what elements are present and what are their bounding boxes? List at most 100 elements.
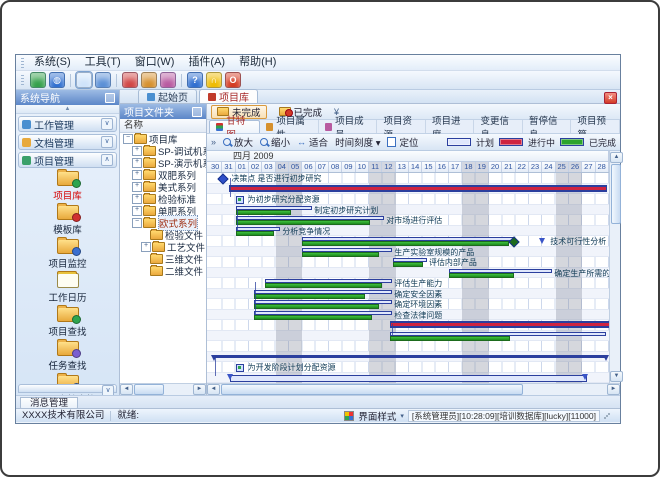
resize-grip[interactable] (604, 413, 610, 419)
tab-项目属性[interactable]: 项目属性 (260, 120, 319, 133)
tree-column-header[interactable]: 名称 (120, 119, 206, 133)
bar-actual[interactable] (236, 231, 274, 236)
desktop-icon[interactable] (30, 72, 46, 88)
tab-项目库[interactable]: 项目库 (199, 89, 258, 103)
scroll-down-icon[interactable]: ▼ (610, 371, 623, 382)
sidebar-item-项目监控[interactable]: 项目监控 (16, 239, 119, 270)
bar-actual[interactable] (254, 304, 378, 309)
expand-minus-icon[interactable]: − (123, 134, 133, 144)
chevron-right-icon[interactable]: » (211, 137, 216, 147)
scroll-thumb[interactable] (611, 164, 621, 224)
scroll-left-icon[interactable]: ◄ (207, 384, 220, 395)
mini-task-marker[interactable] (236, 364, 244, 372)
bar-actual[interactable] (302, 241, 508, 246)
gantt-tool-缩小[interactable]: 缩小 (260, 135, 290, 149)
expand-plus-icon[interactable]: + (132, 146, 142, 156)
sidebar-item-模板库[interactable]: 模板库 (16, 205, 119, 236)
scroll-up-icon[interactable]: ▲ (610, 152, 623, 163)
scroll-thumb[interactable] (134, 384, 164, 395)
lock-icon[interactable]: ∩ (206, 72, 222, 88)
summary-bar[interactable] (214, 355, 606, 358)
sidebar-item-工作日历[interactable]: 工作日历 (16, 273, 119, 304)
expand-plus-icon[interactable]: + (132, 194, 142, 204)
bar-actual[interactable] (390, 336, 509, 341)
sidebar-section-文档管理[interactable]: 文档管理∨ (18, 134, 117, 150)
tab-项目成员[interactable]: 项目成员 (319, 120, 378, 133)
mini-task-marker[interactable] (236, 196, 244, 204)
expand-plus-icon[interactable]: + (132, 182, 142, 192)
bar-in-progress[interactable] (390, 321, 609, 328)
tab-暂停信息[interactable]: 暂停信息 (523, 120, 572, 133)
bar-actual[interactable] (302, 252, 379, 257)
menu-item[interactable]: 窗口(W) (128, 55, 182, 70)
expand-plus-icon[interactable]: + (141, 242, 151, 252)
app-window: 系统(S)工具(T)窗口(W)插件(A)帮助(H) ◍?∩O 系统导航 ▲ 工作… (15, 54, 621, 424)
tab-甘特图[interactable]: 甘特图 (209, 120, 260, 133)
gantt-tool-适合[interactable]: ↔适合 (297, 135, 328, 149)
tab-变更信息[interactable]: 变更信息 (474, 120, 523, 133)
help-icon[interactable]: ? (187, 72, 203, 88)
sidebar-item-项目查找[interactable]: 项目查找 (16, 307, 119, 338)
logout-icon[interactable]: O (225, 72, 241, 88)
explorer-icon[interactable] (76, 72, 92, 88)
expand-plus-icon[interactable]: + (132, 170, 142, 180)
gantt-vscrollbar[interactable]: ▲ ▼ (609, 151, 620, 383)
menu-item[interactable]: 帮助(H) (232, 55, 283, 70)
sidebar-collapse-arrow[interactable]: ▲ (16, 105, 119, 114)
range-bar[interactable] (230, 375, 587, 382)
tab-项目进度[interactable]: 项目进度 (426, 120, 475, 133)
bar-actual[interactable] (236, 210, 292, 215)
scroll-left-icon[interactable]: ◄ (120, 384, 133, 395)
sidebar-section-项目管理[interactable]: 项目管理∧ (18, 152, 117, 168)
menu-item[interactable]: 插件(A) (181, 55, 232, 70)
expand-plus-icon[interactable]: + (132, 206, 142, 216)
sidebar-item-任务查找[interactable]: 任务查找 (16, 341, 119, 372)
sidebar-section-partial[interactable]: ∨ (18, 384, 117, 393)
day-header-cell: 08 (329, 162, 342, 172)
calendar-user-icon[interactable] (160, 72, 176, 88)
milestone-down-icon[interactable] (539, 238, 545, 244)
style-selector[interactable]: 界面样式 (358, 409, 396, 423)
folder-icon (150, 254, 163, 264)
scroll-right-icon[interactable]: ► (193, 384, 206, 395)
bar-actual[interactable] (254, 294, 365, 299)
scroll-thumb[interactable] (221, 384, 523, 395)
gantt-tool-时间刻度[interactable]: 时间刻度 ▾ (335, 135, 380, 149)
bar-actual[interactable] (449, 273, 514, 278)
globe-icon[interactable]: ◍ (49, 72, 65, 88)
bar-actual[interactable] (265, 283, 382, 288)
gantt-tool-定位[interactable]: 定位 (387, 135, 418, 149)
calendar-close-icon[interactable] (122, 72, 138, 88)
scroll-right-icon[interactable]: ► (607, 384, 620, 395)
pin-icon[interactable] (105, 93, 115, 103)
close-icon[interactable]: × (604, 92, 617, 104)
task-label: 确定安全因素 (394, 290, 442, 299)
bar-actual[interactable] (393, 262, 423, 267)
bar-in-progress[interactable] (229, 185, 607, 192)
bar-actual[interactable] (236, 220, 370, 225)
chevron-down-icon[interactable]: ∨ (101, 118, 113, 130)
gantt-hscrollbar[interactable]: ◄ ► (207, 383, 620, 395)
sidebar-section-工作管理[interactable]: 工作管理∨ (18, 116, 117, 132)
sidebar-item-项目库[interactable]: 项目库 (16, 171, 119, 202)
legend-swatch-计划 (447, 138, 471, 146)
milestone-diamond[interactable] (218, 173, 229, 184)
expand-plus-icon[interactable]: + (132, 158, 142, 168)
tree-hscrollbar[interactable]: ◄ ► (120, 383, 206, 395)
menu-item[interactable]: 系统(S) (27, 55, 78, 70)
tree-item-二维文件[interactable]: 二维文件 (120, 265, 206, 277)
chevron-down-icon[interactable]: ∨ (101, 136, 113, 148)
window-icon[interactable] (95, 72, 111, 88)
expand-minus-icon[interactable]: − (132, 218, 142, 228)
bar-actual[interactable] (254, 315, 372, 320)
tab-项目资源[interactable]: 项目资源 (377, 120, 426, 133)
chevron-down-icon[interactable]: ▾ (400, 412, 404, 420)
pin-icon[interactable] (192, 107, 202, 117)
tab-项目预算[interactable]: 项目预算 (571, 120, 620, 133)
tab-起始页[interactable]: 起始页 (138, 89, 197, 103)
gantt-tool-放大[interactable]: 放大 (223, 135, 253, 149)
day-header-cell: 22 (516, 162, 529, 172)
menu-item[interactable]: 工具(T) (78, 55, 128, 70)
chevron-up-icon[interactable]: ∧ (101, 154, 113, 166)
calendar-chart-icon[interactable] (141, 72, 157, 88)
